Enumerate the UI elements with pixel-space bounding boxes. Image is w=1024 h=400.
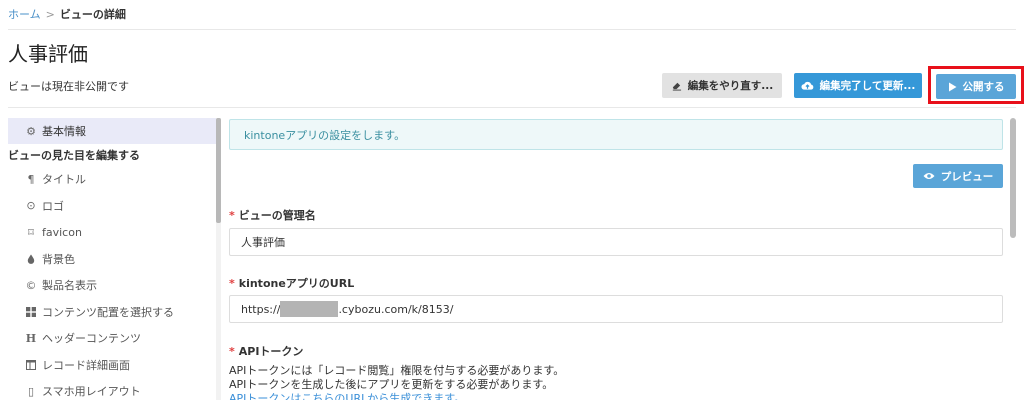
preview-button[interactable]: プレビュー bbox=[913, 164, 1003, 188]
breadcrumb-separator: > bbox=[45, 7, 55, 21]
url-suffix: .cybozu.com/k/8153/ bbox=[338, 302, 454, 316]
eye-icon bbox=[923, 173, 935, 179]
view-name-input[interactable]: 人事評価 bbox=[229, 228, 1003, 256]
sidebar-item-record-detail[interactable]: レコード詳細画面 bbox=[8, 352, 216, 378]
required-mark: * bbox=[229, 345, 235, 358]
gear-icon: ⚙ bbox=[26, 124, 36, 138]
eye-icon: ⊙ bbox=[26, 199, 36, 212]
sidebar-item-label: レコード詳細画面 bbox=[42, 358, 130, 372]
header-icon: H bbox=[25, 331, 37, 345]
redo-edit-label: 編集をやり直す... bbox=[687, 80, 774, 92]
required-mark: * bbox=[229, 209, 235, 222]
bookmark-icon: ⌑ bbox=[28, 225, 34, 239]
sidebar-item-label: 背景色 bbox=[42, 252, 75, 266]
layout-icon bbox=[24, 359, 38, 370]
sidebar-item-label: タイトル bbox=[42, 173, 86, 186]
sidebar: ⚙ 基本情報 ビューの見た目を編集する ¶ タイトル ⊙ ロゴ ⌑ favico… bbox=[8, 118, 216, 400]
sidebar-item-basic-info[interactable]: ⚙ 基本情報 bbox=[8, 118, 216, 144]
mobile-icon: ▯ bbox=[27, 384, 35, 398]
sidebar-item-favicon[interactable]: ⌑ favicon bbox=[8, 219, 216, 245]
sidebar-item-background-color[interactable]: 背景色 bbox=[8, 246, 216, 272]
sidebar-item-label: スマホ用レイアウト bbox=[42, 385, 141, 398]
update-label: 編集完了して更新... bbox=[819, 80, 916, 92]
sidebar-item-mobile-layout[interactable]: ▯ スマホ用レイアウト bbox=[8, 378, 216, 400]
sidebar-item-label: ロゴ bbox=[42, 199, 64, 213]
api-token-label-text: APIトークン bbox=[238, 345, 304, 358]
view-name-label-text: ビューの管理名 bbox=[238, 209, 316, 222]
api-token-link[interactable]: APIトークンはこちらのURLから生成できます。 bbox=[229, 390, 465, 400]
sidebar-item-label: favicon bbox=[42, 225, 82, 239]
paragraph-icon: ¶ bbox=[27, 172, 35, 186]
info-message: kintoneアプリの設定をします。 bbox=[229, 119, 1003, 150]
breadcrumb-current: ビューの詳細 bbox=[59, 8, 126, 21]
redacted-subdomain bbox=[280, 301, 339, 317]
sidebar-item-content-layout[interactable]: コンテンツ配置を選択する bbox=[8, 299, 216, 325]
sidebar-section-header: ビューの見た目を編集する bbox=[8, 149, 140, 162]
sidebar-item-label: 基本情報 bbox=[42, 125, 86, 138]
droplet-icon bbox=[24, 254, 38, 264]
sidebar-item-product-name[interactable]: © 製品名表示 bbox=[8, 272, 216, 298]
sidebar-scrollbar-thumb[interactable] bbox=[216, 118, 221, 223]
view-name-label: * ビューの管理名 bbox=[229, 207, 316, 223]
status-text: ビューは現在非公開です bbox=[8, 80, 129, 93]
eraser-icon bbox=[672, 82, 681, 91]
publish-label: 公開する bbox=[962, 81, 1005, 93]
grid-icon bbox=[24, 306, 38, 317]
url-label-text: kintoneアプリのURL bbox=[238, 277, 355, 290]
sidebar-item-header-content[interactable]: H ヘッダーコンテンツ bbox=[8, 325, 216, 351]
publish-button[interactable]: 公開する bbox=[936, 74, 1016, 99]
url-label: * kintoneアプリのURL bbox=[229, 275, 354, 291]
page-title: 人事評価 bbox=[8, 42, 88, 66]
cloud-upload-icon bbox=[801, 81, 813, 90]
divider bbox=[8, 29, 1016, 30]
sidebar-item-label: ヘッダーコンテンツ bbox=[42, 332, 141, 345]
breadcrumb: ホーム > ビューの詳細 bbox=[8, 6, 126, 22]
sidebar-item-logo[interactable]: ⊙ ロゴ bbox=[8, 193, 216, 219]
url-input[interactable]: https:// .cybozu.com/k/8153/ bbox=[229, 295, 1003, 323]
divider bbox=[8, 107, 1016, 108]
sidebar-item-label: コンテンツ配置を選択する bbox=[42, 305, 174, 319]
api-token-label: * APIトークン bbox=[229, 343, 303, 359]
copyright-icon: © bbox=[25, 278, 37, 292]
preview-label: プレビュー bbox=[940, 170, 994, 183]
update-button[interactable]: 編集完了して更新... bbox=[794, 73, 922, 98]
required-mark: * bbox=[229, 277, 235, 290]
view-name-value: 人事評価 bbox=[241, 236, 285, 249]
sidebar-item-label: 製品名表示 bbox=[42, 279, 97, 292]
redo-edit-button[interactable]: 編集をやり直す... bbox=[662, 73, 782, 98]
url-prefix: https:// bbox=[241, 302, 281, 316]
main-scrollbar-thumb[interactable] bbox=[1010, 118, 1016, 238]
breadcrumb-home-link[interactable]: ホーム bbox=[8, 6, 41, 22]
play-icon bbox=[948, 82, 956, 91]
sidebar-item-title[interactable]: ¶ タイトル bbox=[8, 166, 216, 192]
